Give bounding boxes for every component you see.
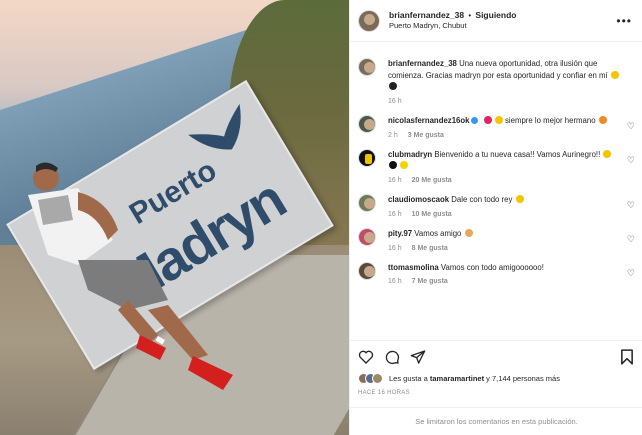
comment-text: Vamos amigo bbox=[414, 228, 462, 238]
comment-likes[interactable]: 8 Me gusta bbox=[412, 245, 448, 252]
photo-person bbox=[28, 162, 233, 390]
comment-username[interactable]: pity.97 bbox=[388, 229, 412, 238]
comment-username[interactable]: ttomasmolina bbox=[388, 263, 439, 272]
face-emoji-icon bbox=[515, 195, 524, 204]
share-icon[interactable] bbox=[410, 349, 426, 365]
avatar[interactable] bbox=[358, 227, 376, 246]
likes-summary: Les gusta a tamaramartinet y 7,144 perso… bbox=[350, 369, 642, 388]
face-emoji-icon bbox=[494, 116, 503, 125]
avatar[interactable] bbox=[358, 261, 376, 280]
comment-text: Bienvenido a tu nueva casa!! Vamos Aurin… bbox=[434, 149, 601, 159]
likes-rest[interactable]: y 7,144 personas más bbox=[486, 374, 560, 383]
likes-user[interactable]: tamaramartinet bbox=[430, 374, 484, 383]
comment-time[interactable]: 16 h bbox=[388, 177, 402, 184]
like-comment-heart-icon[interactable]: ♡ bbox=[627, 268, 635, 279]
comment-time[interactable]: 16 h bbox=[388, 245, 402, 252]
comment-text: siempre lo mejor hermano bbox=[504, 116, 596, 126]
verified-badge-icon bbox=[471, 117, 479, 125]
yellow-heart-emoji-icon bbox=[400, 161, 409, 170]
avatar[interactable] bbox=[358, 194, 376, 213]
comment-likes[interactable]: 20 Me gusta bbox=[412, 177, 452, 184]
heart-icon[interactable] bbox=[358, 349, 374, 365]
comment-item: pity.97 Vamos amigo 16 h 8 Me gusta ♡ bbox=[350, 227, 642, 252]
comments-limited-notice: Se limitaron los comentarios en esta pub… bbox=[350, 407, 642, 435]
like-comment-heart-icon[interactable]: ♡ bbox=[627, 200, 635, 211]
comment-time[interactable]: 2 h bbox=[388, 132, 398, 139]
author-username[interactable]: brianfernandez_38 bbox=[389, 10, 464, 20]
comment-likes[interactable]: 10 Me gusta bbox=[412, 211, 452, 218]
smile-emoji-icon bbox=[610, 70, 619, 79]
like-comment-heart-icon[interactable]: ♡ bbox=[627, 121, 635, 132]
post-header: brianfernandez_38 • Siguiendo Puerto Mad… bbox=[350, 0, 642, 42]
red-heart-emoji-icon bbox=[483, 116, 492, 125]
comment-time[interactable]: 16 h bbox=[388, 278, 402, 285]
comment-item: nicolasfernandez16ok siempre lo mejor he… bbox=[350, 115, 642, 139]
more-icon[interactable]: ••• bbox=[616, 14, 632, 28]
flexed-arm-emoji-icon bbox=[464, 228, 473, 237]
comment-username[interactable]: claudiomoscaok bbox=[388, 195, 449, 204]
comment-item: claudiomoscaok Dale con todo rey 16 h 10… bbox=[350, 194, 642, 218]
avatar[interactable] bbox=[358, 58, 376, 76]
comment-item: ttomasmolina Vamos con todo amigoooooo! … bbox=[350, 261, 642, 285]
black-circle-emoji-icon bbox=[389, 82, 397, 91]
comment-time[interactable]: 16 h bbox=[388, 211, 402, 218]
caption-time[interactable]: 16 h bbox=[388, 98, 402, 105]
avatar[interactable] bbox=[358, 148, 376, 167]
post-panel: brianfernandez_38 • Siguiendo Puerto Mad… bbox=[349, 0, 642, 435]
fire-emoji-icon bbox=[598, 116, 607, 125]
caption: brianfernandez_38 Una nueva oportunidad,… bbox=[350, 58, 642, 105]
avatar[interactable] bbox=[358, 115, 376, 134]
comment-username[interactable]: clubmadryn bbox=[388, 150, 432, 159]
liker-avatars bbox=[358, 373, 383, 384]
comment-text: Dale con todo rey bbox=[451, 195, 513, 205]
bookmark-icon[interactable] bbox=[621, 349, 633, 365]
comment-likes[interactable]: 3 Me gusta bbox=[408, 132, 444, 139]
caption-username[interactable]: brianfernandez_38 bbox=[388, 59, 457, 68]
comments-list[interactable]: brianfernandez_38 Una nueva oportunidad,… bbox=[350, 48, 642, 338]
like-comment-heart-icon[interactable]: ♡ bbox=[627, 155, 635, 166]
comment-icon[interactable] bbox=[384, 349, 400, 365]
avatar[interactable] bbox=[358, 9, 380, 32]
face-emoji-icon bbox=[603, 149, 612, 158]
post-timestamp[interactable]: HACE 16 HORAS bbox=[350, 388, 642, 398]
likes-prefix: Les gusta a bbox=[389, 374, 428, 383]
comment-text: Vamos con todo amigoooooo! bbox=[440, 262, 544, 272]
like-comment-heart-icon[interactable]: ♡ bbox=[627, 234, 635, 245]
following-button[interactable]: Siguiendo bbox=[475, 10, 516, 20]
separator-dot: • bbox=[468, 10, 472, 20]
location-link[interactable]: Puerto Madryn, Chubut bbox=[389, 21, 517, 31]
comment-item: clubmadryn Bienvenido a tu nueva casa!! … bbox=[350, 148, 642, 184]
comment-likes[interactable]: 7 Me gusta bbox=[412, 278, 448, 285]
post-photo[interactable]: Puerto Madryn bbox=[0, 0, 349, 435]
comment-username[interactable]: nicolasfernandez16ok bbox=[388, 116, 469, 125]
black-heart-emoji-icon bbox=[389, 161, 397, 170]
post-actions: Les gusta a tamaramartinet y 7,144 perso… bbox=[350, 340, 642, 435]
